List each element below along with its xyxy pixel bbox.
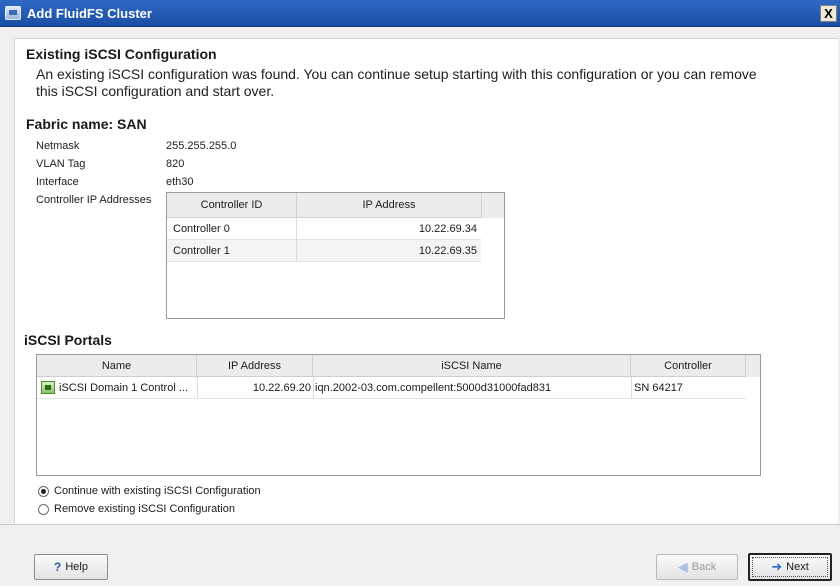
table-row[interactable]: Controller 1 10.22.69.35 [167,240,481,262]
window-title: Add FluidFS Cluster [27,5,152,21]
column-header-ip-address[interactable]: IP Address [297,193,482,218]
remove-option[interactable]: Remove existing iSCSI Configuration [38,503,235,515]
controller-ip-label: Controller IP Addresses [36,194,152,206]
interface-value: eth30 [166,176,194,188]
next-button[interactable]: ➜ Next [748,553,832,581]
table-row[interactable]: Controller 0 10.22.69.34 [167,218,481,240]
column-header-name[interactable]: Name [37,355,197,377]
ip-address-cell: 10.22.69.35 [418,245,477,257]
ip-address-cell: 10.22.69.34 [418,223,477,235]
help-button[interactable]: ? Help [34,554,108,580]
controller-table-header: Controller ID IP Address [167,193,504,218]
focus-outline [752,557,828,577]
column-header-controller-id[interactable]: Controller ID [167,193,297,218]
back-arrow-icon: ◀ [677,559,688,574]
continue-label[interactable]: Continue with existing iSCSI Configurati… [54,485,261,497]
title-bar: Add FluidFS Cluster X [0,0,840,27]
portal-controller-cell: SN 64217 [634,382,683,394]
help-icon: ? [54,560,62,574]
column-header-controller[interactable]: Controller [631,355,746,377]
portal-name-cell: iSCSI Domain 1 Control ... [59,382,188,394]
vlan-tag-label: VLAN Tag [36,158,86,170]
netmask-value: 255.255.255.0 [166,140,237,152]
close-button[interactable]: X [820,5,837,22]
fabric-heading: Fabric name: SAN [26,116,147,132]
column-header-ip-address[interactable]: IP Address [197,355,313,377]
back-label: Back [691,561,717,573]
continue-radio[interactable] [38,485,49,497]
continue-option[interactable]: Continue with existing iSCSI Configurati… [38,485,261,497]
interface-label: Interface [36,176,79,188]
remove-radio[interactable] [38,503,49,515]
help-label: Help [65,561,88,573]
iscsi-portals-heading: iSCSI Portals [24,332,112,348]
portals-table-header: Name IP Address iSCSI Name Controller [37,355,760,377]
controller-id-cell: Controller 1 [173,245,230,257]
scrollbar-stub [746,355,760,377]
portal-icon [41,381,55,394]
back-button[interactable]: ◀ Back [656,554,738,580]
portal-iscsi-name-cell: iqn.2002-03.com.compellent:5000d31000fad… [315,382,552,394]
existing-config-heading: Existing iSCSI Configuration [26,46,217,62]
netmask-label: Netmask [36,140,80,152]
scrollbar-stub [482,193,504,218]
portal-ip-cell: 10.22.69.20 [252,382,311,394]
table-row[interactable]: iSCSI Domain 1 Control ... 10.22.69.20 i… [37,377,746,399]
column-header-iscsi-name[interactable]: iSCSI Name [313,355,631,377]
iscsi-portals-table: Name IP Address iSCSI Name Controller iS… [36,354,761,476]
vlan-tag-value: 820 [166,158,185,170]
app-icon [5,6,21,20]
controller-ip-table: Controller ID IP Address Controller 0 10… [166,192,505,319]
remove-label[interactable]: Remove existing iSCSI Configuration [54,503,235,515]
existing-config-description: An existing iSCSI configuration was foun… [36,66,757,99]
controller-id-cell: Controller 0 [173,223,230,235]
